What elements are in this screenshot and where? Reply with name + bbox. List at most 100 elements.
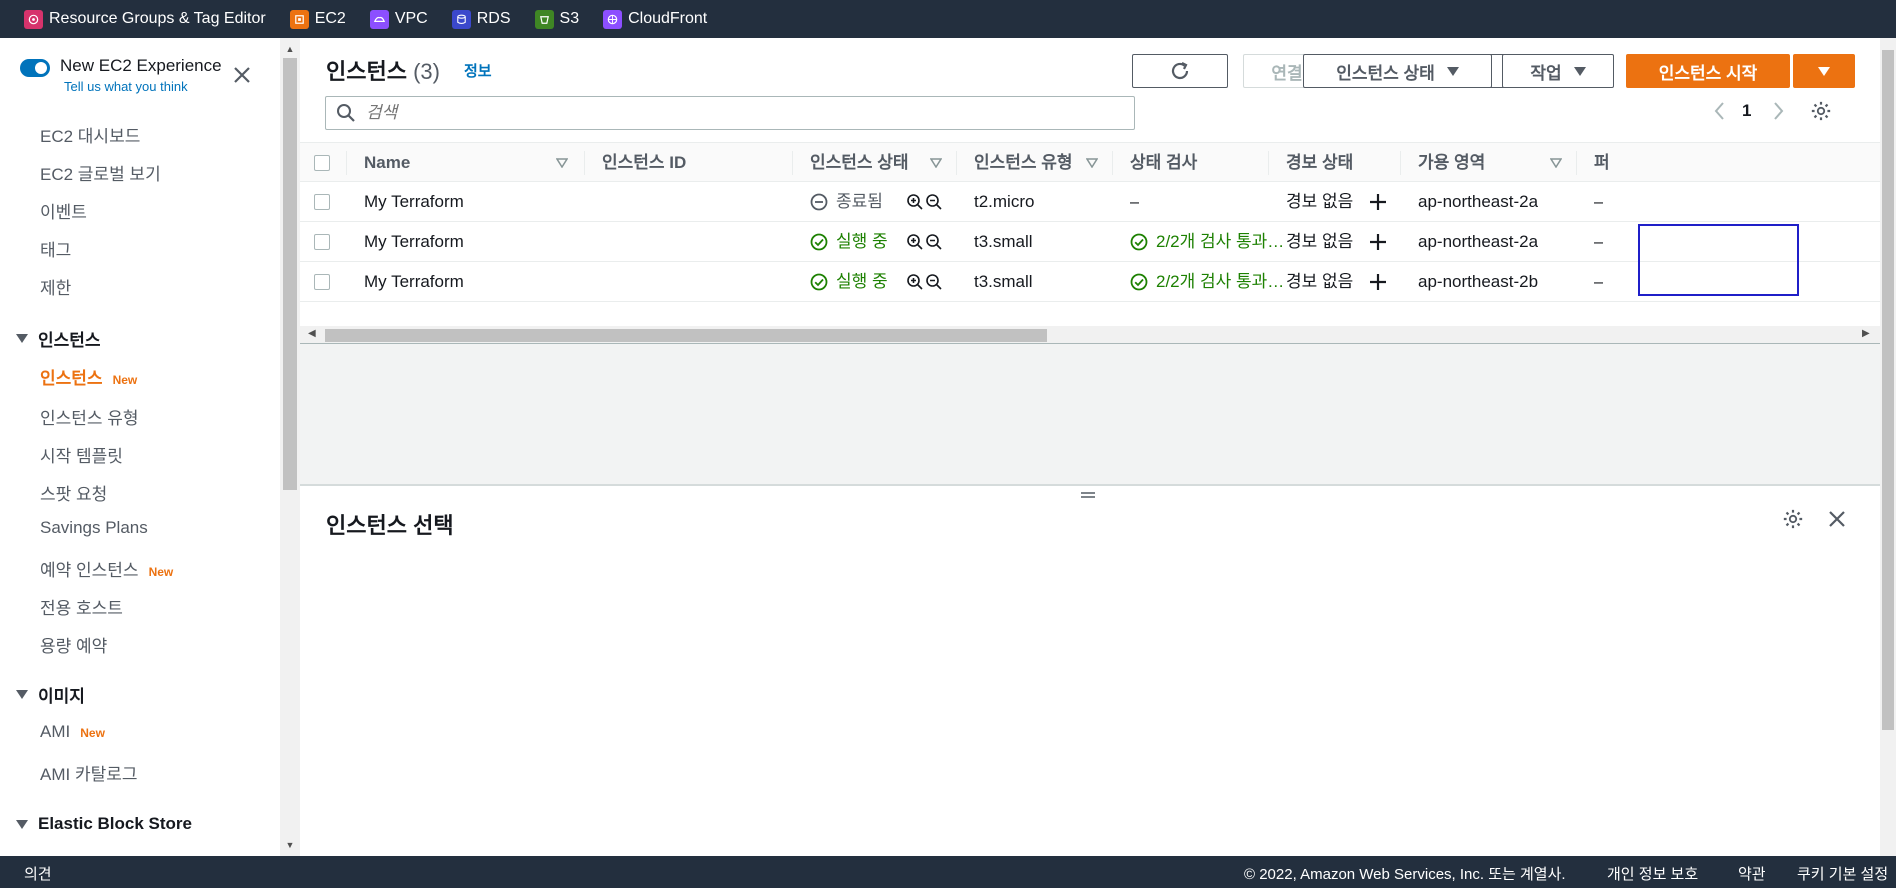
stopped-icon [810,193,828,211]
zoom-in-icon[interactable] [906,273,924,291]
cell-name: My Terraform [364,192,464,211]
footer-bar: 의견 © 2022, Amazon Web Services, Inc. 또는 … [0,856,1896,888]
nav-instances[interactable]: 인스턴스 New [40,364,137,389]
scroll-down-arrow-icon[interactable]: ▼ [284,840,296,850]
scroll-up-arrow-icon[interactable]: ▲ [284,44,296,54]
zoom-in-icon[interactable] [906,233,924,251]
add-alarm-icon[interactable] [1368,232,1388,252]
next-page-icon[interactable] [1770,100,1786,122]
sidebar-scrollbar-thumb[interactable] [283,58,297,490]
check-passed-icon [1130,273,1148,291]
column-header-availability-zone[interactable]: 가용 영역 [1418,143,1485,183]
feedback-link[interactable]: Tell us what you think [64,79,222,94]
nav-reserved-instances[interactable]: 예약 인스턴스 New [40,556,173,581]
close-sidebar-icon[interactable] [231,64,253,86]
privacy-link[interactable]: 개인 정보 보호 [1607,863,1698,884]
refresh-icon [1171,62,1189,80]
shortcut-ec2[interactable]: EC2 [289,9,346,29]
zoom-in-icon[interactable] [906,193,924,211]
cell-instance-state: 종료됨 [810,182,883,222]
instance-state-label: 인스턴스 상태 [1336,63,1435,83]
shortcut-cloudfront[interactable]: CloudFront [603,9,707,29]
column-header-name[interactable]: Name [364,143,410,183]
zoom-out-icon[interactable] [925,233,943,251]
new-badge: New [148,565,174,579]
caret-down-icon [16,334,28,343]
feedback-button[interactable]: 의견 [24,863,52,884]
sort-icon[interactable] [556,158,568,168]
terms-link[interactable]: 약관 [1738,863,1766,884]
row-checkbox[interactable] [314,194,330,210]
nav-instance-types[interactable]: 인스턴스 유형 [40,404,139,429]
cookie-preferences-link[interactable]: 쿠키 기본 설정 [1797,863,1888,884]
shortcut-label: RDS [476,10,511,27]
instance-state-dropdown[interactable]: 인스턴스 상태 [1303,54,1492,88]
column-header-instance-id[interactable]: 인스턴스 ID [602,143,686,183]
nav-ec2-global-view[interactable]: EC2 글로벌 보기 [40,160,161,185]
shortcut-rds[interactable]: RDS [451,9,511,29]
actions-label: 작업 [1530,63,1562,83]
zoom-out-icon[interactable] [925,193,943,211]
shortcut-resource-groups[interactable]: Resource Groups & Tag Editor [24,9,266,29]
nav-capacity-reservations[interactable]: 용량 예약 [40,632,107,657]
service-shortcut-bar: Resource Groups & Tag Editor EC2 VPC RDS… [0,0,1896,38]
zoom-out-icon[interactable] [925,273,943,291]
horizontal-scrollbar-thumb[interactable] [325,329,1047,342]
table-row[interactable]: My Terraform 종료됨 t2.micro – 경보 없음 ap-nor… [300,182,1880,222]
nav-dedicated-hosts[interactable]: 전용 호스트 [40,594,123,619]
nav-savings-plans[interactable]: Savings Plans [40,518,148,538]
cell-alarm-status: 경보 없음 [1286,192,1354,211]
column-header-public-dns[interactable]: 퍼 [1594,143,1610,183]
cell-public-dns: – [1594,272,1604,291]
shortcut-s3[interactable]: S3 [534,9,579,29]
launch-options-dropdown[interactable] [1793,54,1855,88]
nav-ami[interactable]: AMI New [40,722,105,742]
info-link[interactable]: 정보 [464,60,492,81]
sort-icon[interactable] [930,158,942,168]
nav-limits[interactable]: 제한 [40,274,71,299]
sort-icon[interactable] [1086,158,1098,168]
sort-icon[interactable] [1550,158,1562,168]
section-label: 인스턴스 [38,331,101,350]
column-header-instance-type[interactable]: 인스턴스 유형 [974,143,1073,183]
cloudfront-icon [603,9,623,29]
detail-settings-gear-icon[interactable] [1782,508,1804,530]
close-detail-panel-icon[interactable] [1826,508,1848,530]
cell-instance-type: t3.small [974,272,1033,291]
nav-launch-templates[interactable]: 시작 템플릿 [40,442,123,467]
nav-section-images[interactable]: 이미지 [16,682,85,707]
column-header-status-check[interactable]: 상태 검사 [1130,143,1197,183]
nav-events[interactable]: 이벤트 [40,198,87,223]
shortcut-vpc[interactable]: VPC [369,9,428,29]
nav-ec2-dashboard[interactable]: EC2 대시보드 [40,122,140,147]
row-checkbox[interactable] [314,274,330,290]
launch-instances-button[interactable]: 인스턴스 시작 [1626,54,1790,88]
nav-spot-requests[interactable]: 스팟 요청 [40,480,107,505]
split-panel-divider[interactable] [300,484,1880,486]
row-checkbox[interactable] [314,234,330,250]
empty-table-area [300,344,1880,484]
settings-gear-icon[interactable] [1810,100,1832,122]
select-all-checkbox[interactable] [314,155,330,171]
nav-section-instances[interactable]: 인스턴스 [16,326,101,351]
current-page[interactable]: 1 [1742,101,1751,121]
table-horizontal-scrollbar[interactable]: ◀ ▶ [300,326,1880,344]
nav-section-ebs[interactable]: Elastic Block Store [16,814,192,834]
add-alarm-icon[interactable] [1368,192,1388,212]
new-experience-toggle-row: New EC2 Experience Tell us what you thin… [20,56,222,94]
nav-ami-catalog[interactable]: AMI 카탈로그 [40,760,138,785]
actions-dropdown[interactable]: 작업 [1502,54,1614,88]
previous-page-icon[interactable] [1712,100,1728,122]
add-alarm-icon[interactable] [1368,272,1388,292]
new-experience-toggle[interactable] [20,59,50,77]
nav-tags[interactable]: 태그 [40,236,71,261]
page-scrollbar-thumb[interactable] [1882,50,1894,730]
search-bar[interactable] [325,96,1135,130]
scroll-right-arrow-icon[interactable]: ▶ [1862,328,1870,339]
drag-handle-icon[interactable] [1080,490,1096,500]
column-header-instance-state[interactable]: 인스턴스 상태 [810,143,909,183]
scroll-left-arrow-icon[interactable]: ◀ [308,328,316,339]
refresh-button[interactable] [1132,54,1228,88]
search-input[interactable] [366,103,1106,123]
column-header-alarm-status[interactable]: 경보 상태 [1286,143,1353,183]
